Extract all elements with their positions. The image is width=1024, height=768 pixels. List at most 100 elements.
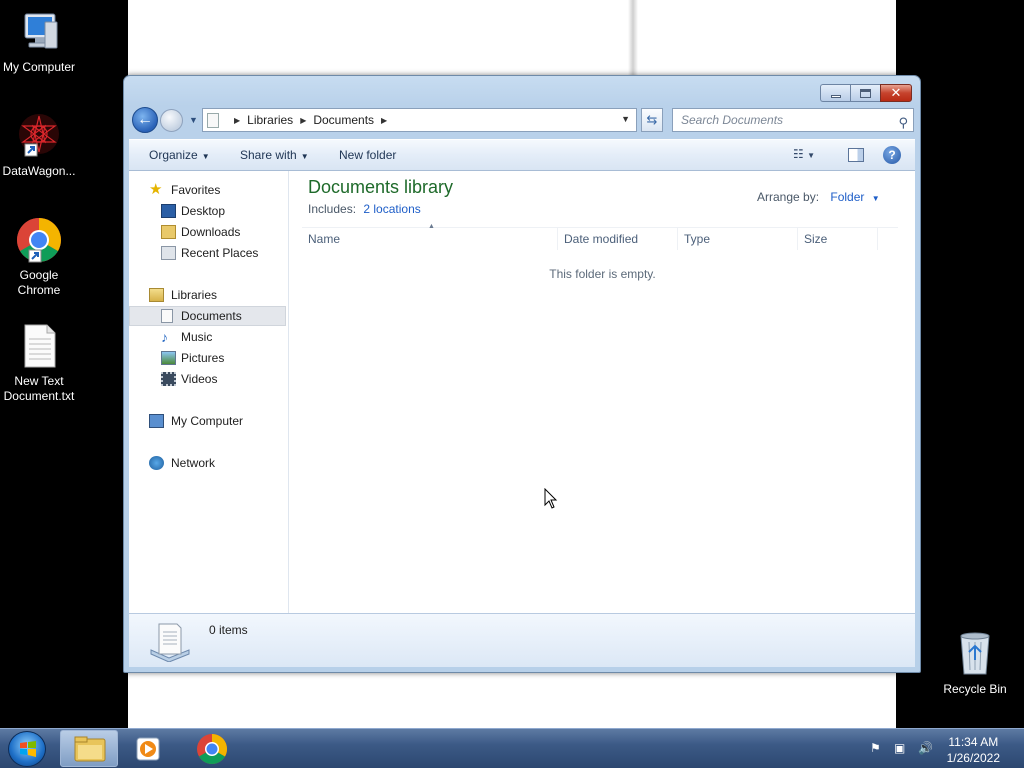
taskbar: ⚑ ▣ 🔊 11:34 AM 1/26/2022	[0, 728, 1024, 768]
minimize-icon	[831, 95, 841, 98]
address-dropdown-icon[interactable]: ▼	[621, 114, 630, 124]
nav-item-favorites[interactable]: ★ Favorites	[129, 180, 286, 200]
back-button[interactable]: ←	[132, 107, 158, 133]
volume-icon[interactable]: 🔊	[918, 741, 934, 757]
locations-link[interactable]: 2 locations	[363, 202, 420, 216]
nav-item-libraries[interactable]: Libraries	[129, 285, 286, 305]
clock[interactable]: 11:34 AM 1/26/2022	[947, 734, 1000, 766]
clock-date: 1/26/2022	[946, 751, 1000, 765]
forward-button[interactable]	[160, 109, 183, 132]
file-list-pane[interactable]: Documents library Includes: 2 locations …	[290, 171, 915, 613]
nav-item-downloads[interactable]: Downloads	[129, 222, 286, 242]
column-type[interactable]: Type	[678, 228, 798, 250]
arrange-by: Arrange by: Folder ▼	[757, 190, 880, 204]
library-includes: Includes: 2 locations	[308, 202, 421, 216]
column-name[interactable]: Name	[302, 228, 558, 250]
documents-library-icon	[147, 620, 193, 663]
explorer-body: ★ Favorites Desktop Downloads Recent Pla…	[129, 171, 915, 613]
computer-icon	[15, 8, 63, 56]
taskbar-chrome-button[interactable]	[182, 730, 240, 767]
nav-item-my-computer[interactable]: My Computer	[129, 411, 286, 431]
search-input[interactable]: Search Documents ⚲	[672, 108, 914, 132]
clock-time: 11:34 AM	[948, 735, 999, 749]
organize-label: Organize	[149, 148, 198, 162]
new-folder-button[interactable]: New folder	[339, 148, 396, 162]
nav-item-music[interactable]: ♪ Music	[129, 327, 286, 347]
navigation-bar: ← ▼ ▶ Libraries ▶ Documents ▶ ▼ ⇆ Search…	[132, 107, 914, 133]
music-note-icon: ♪	[161, 329, 168, 345]
column-header: ▲ Name Date modified Type Size	[302, 223, 898, 250]
start-button[interactable]	[8, 731, 46, 767]
downloads-folder-icon	[161, 225, 176, 239]
recent-pages-dropdown[interactable]: ▼	[189, 115, 198, 125]
share-with-button[interactable]: Share with ▼	[240, 148, 309, 162]
search-icon[interactable]: ⚲	[898, 112, 908, 134]
nav-item-network[interactable]: Network	[129, 453, 286, 473]
preview-pane-button[interactable]	[848, 148, 864, 162]
arrange-by-dropdown[interactable]: Folder	[830, 190, 864, 204]
help-button[interactable]: ?	[883, 146, 901, 164]
breadcrumb-arrow-icon[interactable]: ▶	[300, 116, 306, 125]
chrome-icon	[197, 734, 228, 765]
network-status-icon[interactable]: ▣	[894, 741, 910, 757]
media-player-icon	[136, 737, 160, 761]
desktop-icon-google-chrome[interactable]: Google Chrome	[0, 216, 78, 298]
maximize-icon	[860, 89, 871, 98]
action-center-flag-icon[interactable]: ⚑	[870, 741, 886, 757]
nav-label: My Computer	[171, 414, 244, 428]
change-view-button[interactable]: ☷ ▼	[793, 147, 829, 161]
mouse-cursor-icon	[544, 487, 558, 513]
close-button[interactable]: ✕	[880, 84, 912, 102]
desktop-icon-recycle-bin[interactable]: Recycle Bin	[936, 630, 1014, 697]
recent-places-icon	[161, 246, 176, 260]
refresh-icon: ⇆	[646, 112, 658, 127]
nav-label: Desktop	[181, 204, 226, 218]
maximize-button[interactable]	[850, 84, 880, 102]
recycle-bin-icon	[955, 630, 995, 678]
breadcrumb-arrow-icon[interactable]: ▶	[381, 116, 387, 125]
nav-item-pictures[interactable]: Pictures	[129, 348, 286, 368]
chevron-down-icon[interactable]: ▼	[872, 194, 880, 203]
library-title: Documents library	[308, 177, 454, 197]
breadcrumb-arrow-icon[interactable]: ▶	[234, 116, 240, 125]
chevron-down-icon: ▼	[201, 152, 210, 161]
nav-item-recent-places[interactable]: Recent Places	[129, 243, 286, 263]
refresh-button[interactable]: ⇆	[641, 108, 663, 132]
desktop-icon-my-computer[interactable]: My Computer	[0, 8, 78, 75]
system-tray: ⚑ ▣ 🔊 11:34 AM 1/26/2022	[864, 729, 1024, 768]
taskbar-explorer-button[interactable]	[60, 730, 118, 767]
windows-logo-icon	[20, 741, 36, 757]
desktop-icon-new-text-document[interactable]: New Text Document.txt	[0, 322, 78, 404]
taskbar-media-player-button[interactable]	[120, 730, 178, 767]
nav-item-videos[interactable]: Videos	[129, 369, 286, 389]
nav-label: Recent Places	[181, 246, 259, 260]
nav-item-desktop[interactable]: Desktop	[129, 201, 286, 221]
includes-label: Includes:	[308, 202, 357, 216]
desktop-icon-label: Recycle Bin	[943, 682, 1007, 696]
breadcrumb-documents[interactable]: Documents	[313, 113, 374, 127]
column-size[interactable]: Size	[798, 228, 878, 250]
share-with-label: Share with	[240, 148, 297, 162]
empty-folder-message: This folder is empty.	[549, 267, 656, 281]
explorer-window[interactable]: ✕ ← ▼ ▶ Libraries ▶ Documents ▶ ▼ ⇆ Sear…	[123, 75, 921, 673]
desktop-icon-label: My Computer	[2, 60, 76, 74]
details-pane: 0 items	[129, 613, 915, 667]
close-icon: ✕	[890, 85, 902, 100]
nav-label: Music	[181, 330, 213, 344]
desktop-icon-label: DataWagon...	[2, 164, 76, 178]
arrange-by-label: Arrange by:	[757, 190, 820, 204]
network-icon	[149, 456, 164, 470]
minimize-button[interactable]	[820, 84, 850, 102]
organize-button[interactable]: Organize ▼	[149, 148, 210, 162]
nav-label: Libraries	[171, 288, 218, 302]
breadcrumb-libraries[interactable]: Libraries	[247, 113, 293, 127]
desktop-icon-datawagon[interactable]: DataWagon...	[0, 112, 78, 179]
nav-label: Documents	[181, 309, 242, 323]
back-arrow-icon: ←	[137, 111, 153, 128]
nav-item-documents[interactable]: Documents	[129, 306, 286, 326]
star-icon: ★	[149, 181, 163, 198]
computer-icon	[149, 414, 164, 428]
column-date-modified[interactable]: Date modified	[558, 228, 678, 250]
view-list-icon: ☷	[793, 147, 804, 161]
address-bar[interactable]: ▶ Libraries ▶ Documents ▶ ▼	[202, 108, 637, 132]
